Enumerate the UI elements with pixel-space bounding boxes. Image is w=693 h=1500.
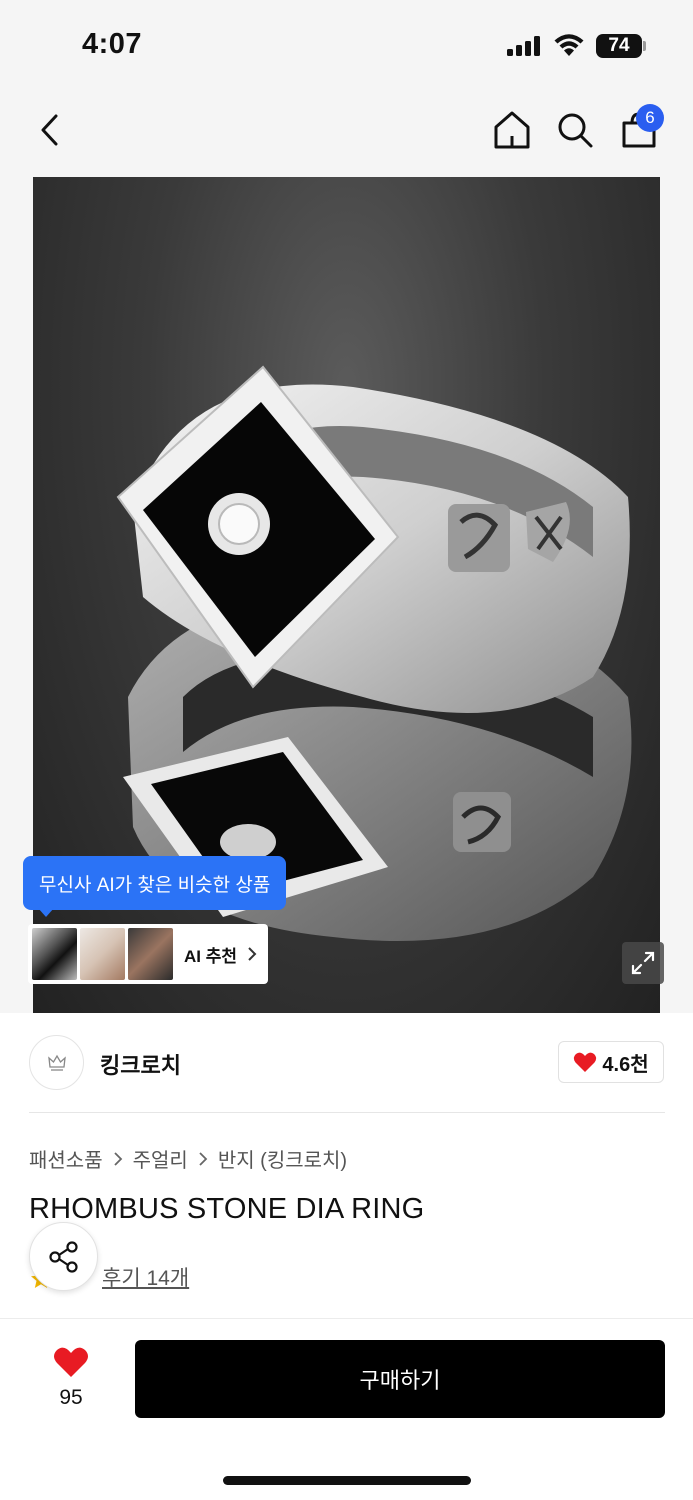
breadcrumb-item[interactable]: 반지 (킹크로치) — [218, 1144, 347, 1173]
share-icon — [48, 1240, 78, 1273]
ai-card-label: AI 추천 — [184, 946, 238, 966]
chevron-right-icon — [113, 1151, 122, 1166]
share-button[interactable] — [29, 1222, 98, 1291]
wifi-icon — [554, 34, 584, 56]
cart-count-badge: 6 — [636, 104, 664, 132]
ai-thumb-1[interactable] — [32, 928, 77, 980]
ai-thumb-3[interactable] — [128, 928, 173, 980]
like-count: 95 — [59, 1386, 83, 1409]
breadcrumb-item[interactable]: 패션소품 — [29, 1144, 103, 1173]
home-indicator — [223, 1476, 471, 1485]
battery-tip — [643, 41, 646, 51]
ai-thumb-2[interactable] — [80, 928, 125, 980]
crown-logo-icon — [47, 1054, 66, 1071]
battery-icon: 74 — [596, 34, 642, 58]
chevron-right-icon — [248, 947, 257, 961]
home-icon[interactable] — [493, 110, 531, 150]
breadcrumb-item[interactable]: 주얼리 — [133, 1144, 188, 1173]
ai-recommend-bubble[interactable]: 무신사 AI가 찾은 비슷한 상품 — [23, 856, 287, 910]
brand-logo[interactable] — [29, 1035, 84, 1090]
divider — [29, 1112, 665, 1113]
back-arrow-icon[interactable] — [34, 110, 70, 150]
expand-icon[interactable] — [622, 942, 664, 984]
search-icon[interactable] — [556, 110, 594, 150]
breadcrumb: 패션소품 주얼리 반지 (킹크로치) — [29, 1144, 347, 1173]
brand-like-count: 4.6천 — [602, 1053, 649, 1076]
brand-name[interactable]: 킹크로치 — [100, 1048, 181, 1080]
status-time: 4:07 — [82, 28, 143, 60]
chevron-right-icon — [199, 1151, 208, 1166]
product-title: RHOMBUS STONE DIA RING — [29, 1193, 425, 1225]
divider — [0, 1318, 693, 1319]
heart-icon[interactable] — [53, 1346, 89, 1378]
brand-like-button[interactable]: 4.6천 — [558, 1041, 664, 1083]
buy-button[interactable]: 구매하기 — [135, 1340, 665, 1418]
cellular-signal-icon — [507, 36, 540, 56]
review-link[interactable]: 후기 14개 — [102, 1262, 189, 1292]
ai-bubble-tail — [38, 908, 54, 917]
ai-recommend-card[interactable]: AI 추천 — [28, 924, 268, 984]
heart-icon — [574, 1052, 597, 1072]
